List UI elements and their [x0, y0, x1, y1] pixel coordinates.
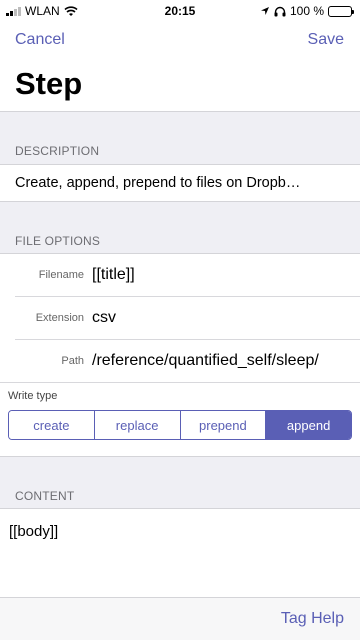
segment-create[interactable]: create: [9, 411, 95, 439]
content-header-band: CONTENT: [0, 456, 360, 509]
navigation-bar: Cancel Save: [0, 28, 360, 54]
path-field[interactable]: /reference/quantified_self/sleep/: [92, 352, 319, 370]
write-type-segmented-control: create replace prepend append: [8, 410, 352, 440]
status-right: 100 %: [260, 4, 354, 18]
extension-row[interactable]: Extension csv: [0, 297, 360, 340]
page-title: Step: [15, 66, 83, 101]
file-options-header: FILE OPTIONS: [15, 234, 101, 248]
extension-field[interactable]: csv: [92, 309, 116, 327]
save-button[interactable]: Save: [308, 31, 344, 49]
bottom-toolbar: Tag Help: [0, 597, 360, 640]
row-divider: [0, 382, 360, 383]
filename-label: Filename: [38, 269, 84, 281]
content-text: [[body]]: [9, 523, 59, 540]
file-options-header-band: FILE OPTIONS: [0, 201, 360, 254]
segment-append[interactable]: append: [266, 411, 351, 439]
cancel-button[interactable]: Cancel: [15, 31, 65, 49]
write-type-label: Write type: [8, 390, 58, 402]
headphones-icon: [274, 6, 286, 16]
status-bar: WLAN 20:15 100 %: [0, 0, 360, 22]
segment-prepend[interactable]: prepend: [180, 411, 267, 439]
description-header: DESCRIPTION: [15, 144, 100, 158]
segment-replace[interactable]: replace: [94, 411, 181, 439]
location-icon: [260, 7, 269, 15]
extension-label: Extension: [35, 312, 84, 324]
content-text-area[interactable]: [[body]]: [0, 509, 360, 597]
path-label: Path: [61, 355, 84, 367]
path-row[interactable]: Path /reference/quantified_self/sleep/: [0, 340, 360, 383]
filename-row[interactable]: Filename [[title]]: [0, 254, 360, 297]
battery-icon: [328, 5, 354, 17]
filename-field[interactable]: [[title]]: [92, 266, 135, 284]
tag-help-button[interactable]: Tag Help: [281, 610, 344, 628]
content-header: CONTENT: [15, 489, 75, 503]
description-row[interactable]: Create, append, prepend to files on Drop…: [0, 165, 360, 201]
description-text: Create, append, prepend to files on Drop…: [15, 175, 301, 191]
battery-percent: 100 %: [289, 4, 324, 18]
description-header-band: DESCRIPTION: [0, 111, 360, 165]
